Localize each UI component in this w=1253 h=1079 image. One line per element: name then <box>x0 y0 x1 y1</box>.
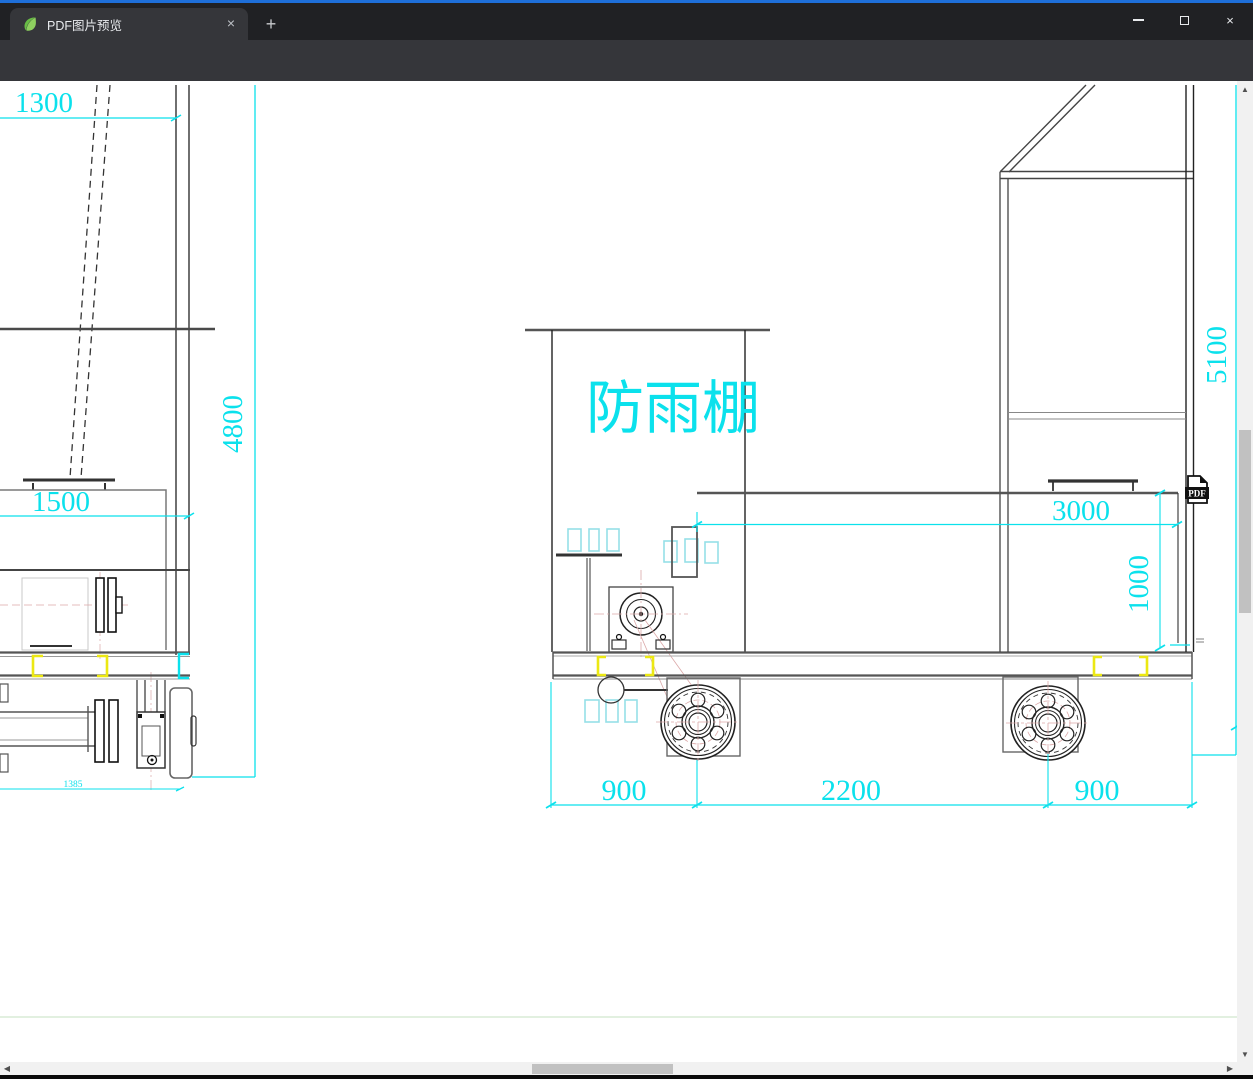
dim-2200: 2200 <box>821 774 881 807</box>
titlebar: PDF图片预览 × + × <box>0 3 1253 40</box>
window-controls: × <box>1115 3 1253 37</box>
left-view-dimensions: 1300 1500 4800 1385 <box>0 85 256 792</box>
side-view: 防雨棚 <box>525 328 1193 766</box>
left-view <box>0 84 215 792</box>
canopy-label: 防雨棚 <box>586 376 760 441</box>
close-button[interactable]: × <box>1207 3 1253 37</box>
highlight-bracket <box>97 654 109 678</box>
new-tab-button[interactable]: + <box>260 14 282 36</box>
dim-4800: 4800 <box>217 395 249 453</box>
pdf-download-widget[interactable]: PDF <box>1185 475 1209 504</box>
pdf-badge-label: PDF <box>1188 489 1206 499</box>
dim-1000: 1000 <box>1123 555 1155 613</box>
highlight-bracket <box>31 654 43 678</box>
scroll-left-arrow[interactable]: ◀ <box>0 1062 14 1075</box>
scroll-up-arrow[interactable]: ▲ <box>1237 85 1253 94</box>
horizontal-scrollbar-thumb[interactable] <box>532 1063 673 1074</box>
maximize-icon <box>1179 15 1189 25</box>
tab-close-icon[interactable]: × <box>222 15 240 33</box>
window-bottom-edge <box>0 1075 1253 1079</box>
cad-drawing-canvas: 1300 1500 4800 1385 防雨棚 900 2200 900 300… <box>0 84 1237 1018</box>
dim-1500: 1500 <box>32 486 90 518</box>
highlight-brackets <box>596 655 1149 677</box>
vertical-scrollbar[interactable]: ▲ ▼ <box>1237 81 1253 1062</box>
dim-900-rear: 900 <box>1075 774 1120 807</box>
scroll-right-arrow[interactable]: ▶ <box>1223 1062 1237 1075</box>
dim-1385: 1385 <box>64 780 83 790</box>
vertical-scrollbar-thumb[interactable] <box>1239 430 1251 613</box>
minimize-icon <box>1132 19 1144 21</box>
minimize-button[interactable] <box>1115 3 1161 37</box>
toolbar: ← → ↻ ⌂ i localhost:8012/onlinePreview?u… <box>0 40 1253 115</box>
page-content: 1300 1500 4800 1385 防雨棚 900 2200 900 300… <box>0 81 1253 1062</box>
maximize-button[interactable] <box>1161 3 1207 37</box>
spring-leaf-favicon <box>24 17 36 31</box>
browser-tab[interactable]: PDF图片预览 × <box>10 8 248 40</box>
scroll-down-arrow[interactable]: ▼ <box>1237 1050 1253 1059</box>
browser-window: { "chrome": { "tab": { "title": "PDF图片预览… <box>0 0 1253 1079</box>
side-view-dimensions: 900 2200 900 3000 1000 5100 <box>545 85 1237 809</box>
dim-900-front: 900 <box>602 774 647 807</box>
tab-title: PDF图片预览 <box>47 18 123 33</box>
dim-3000: 3000 <box>1052 495 1110 527</box>
front-wheel <box>655 679 741 765</box>
dim-5100: 5100 <box>1201 326 1233 384</box>
horizontal-scrollbar[interactable]: ◀ ▶ <box>0 1062 1253 1075</box>
dim-1300: 1300 <box>15 87 73 119</box>
